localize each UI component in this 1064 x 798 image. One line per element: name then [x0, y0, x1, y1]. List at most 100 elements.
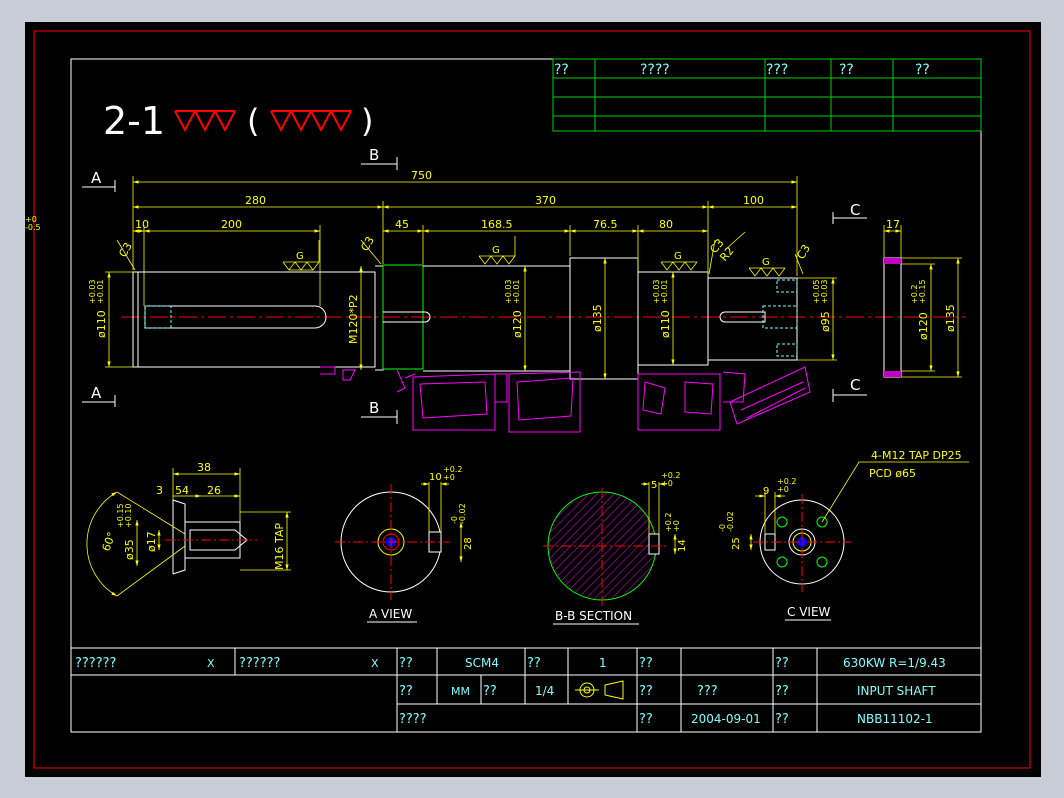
dia-120-tol: +0.03+0.01 [504, 279, 521, 304]
c-h25-tol: -0-0.02 [718, 511, 735, 532]
heading-paren-close: ) [361, 102, 373, 140]
heading-paren-open: ( [247, 102, 259, 140]
grind-g-2: G [492, 245, 500, 256]
rev-header-2: ???? [640, 62, 670, 78]
tb-r3-l3: ?? [639, 712, 653, 727]
finish-triangles-1 [174, 110, 236, 133]
bb-w5: 5 [651, 480, 657, 491]
section-a-top: A [91, 169, 102, 187]
dim-80: 80 [659, 218, 673, 231]
tb-r1-x2: X [371, 657, 379, 670]
bearings [320, 366, 811, 433]
tb-r1-l3: ?? [639, 656, 653, 671]
tb-drawing-no: NBB11102-1 [857, 712, 933, 726]
dia-35: ø35 [123, 539, 136, 560]
bb-w5-tol: +0.2 +0 [661, 471, 680, 488]
tb-scale-label: ?? [483, 684, 497, 699]
a-view-label: A VIEW [369, 607, 412, 621]
dim-168-5: 168.5 [481, 218, 513, 231]
dim-80-tol: +0 -0.5 [25, 215, 41, 232]
dim-38: 38 [197, 461, 211, 474]
c-view: 9 +0.2 +0 25 -0-0.02 4-M12 TAP DP25 PCD ø… [718, 449, 969, 621]
dia-95-tol: +0.05+0.03 [812, 279, 829, 304]
tb-r1-c2: ?????? [239, 656, 280, 671]
a-view-w10-tol: +0.2 +0 [443, 465, 462, 482]
tb-date: 2004-09-01 [691, 712, 761, 726]
tb-r2-l4: ?? [775, 684, 789, 699]
revision-table-headers: ?? ???? ??? ?? ?? [554, 62, 930, 78]
tb-spec: 630KW R=1/9.43 [843, 656, 946, 670]
grind-g-1: G [296, 251, 304, 262]
drawing-viewport[interactable]: ?? ???? ??? ?? ?? 2-1 ( ) A A B B C C 75… [25, 22, 1041, 777]
c-view-label: C VIEW [787, 605, 831, 619]
dim-280: 280 [245, 194, 266, 207]
dia-120: ø120 [511, 310, 524, 338]
cad-drawing: ?? ???? ??? ?? ?? 2-1 ( ) A A B B C C 75… [25, 30, 1031, 769]
tb-qty-label: ?? [527, 656, 541, 671]
section-c-bottom: C [850, 376, 860, 394]
center-holes [144, 279, 798, 357]
surface-finish-heading: 2-1 ( ) [103, 99, 373, 143]
grind-g-4: G [762, 257, 770, 268]
dim-100: 100 [743, 194, 764, 207]
dim-370: 370 [535, 194, 556, 207]
section-b-top: B [369, 146, 379, 164]
dia-95: ø95 [819, 311, 832, 332]
tb-unit-label: ?? [399, 684, 413, 699]
tb-qty: 1 [599, 656, 607, 670]
tb-r1-l4: ?? [775, 656, 789, 671]
dia-110-left-tol: +0.03+0.01 [88, 279, 105, 304]
bb-section: 5 +0.2 +0 14 +0.2+0 B-B SECTION [543, 471, 688, 625]
dia-135-disk: ø135 [944, 304, 957, 332]
tb-r1-c1: ?????? [75, 656, 116, 671]
bb-h14-tol: +0.2+0 [664, 513, 681, 532]
finish-triangles-2 [270, 110, 352, 133]
tb-part-name: INPUT SHAFT [857, 684, 936, 698]
chamfer-c3-mid: C3 [358, 234, 377, 253]
title-block-text: ?????? X ?????? X ?? SCM4 ?? 1 ?? ?? 630… [75, 656, 946, 727]
bb-label: B-B SECTION [555, 609, 632, 623]
dia-110-right-tol: +0.03+0.01 [652, 279, 669, 304]
dim-17: 17 [886, 218, 900, 231]
section-c-top: C [850, 201, 860, 219]
dim-26: 26 [207, 484, 221, 497]
a-view: 10 +0.2 +0 28 -0-0.02 A VIEW [335, 465, 474, 623]
bb-h14: 14 [677, 539, 688, 552]
dim-750: 750 [411, 169, 432, 182]
c-w9-tol: +0.2 +0 [777, 477, 796, 494]
tb-material-label: ?? [399, 656, 413, 671]
c-tap-note: 4-M12 TAP DP25 [871, 449, 962, 462]
a-view-w10: 10 [429, 472, 442, 483]
dia-17: ø17 [145, 531, 158, 552]
thread-m120: M120*P2 [347, 294, 360, 344]
rev-header-1: ?? [554, 62, 569, 78]
rev-header-4: ?? [839, 62, 854, 78]
dia-120-disk-tol: +0.2+0.15 [910, 279, 927, 304]
dia-35-tol: +0.15+0.10 [116, 503, 133, 528]
center-hole-detail [165, 499, 257, 575]
a-view-h28-tol: -0-0.02 [450, 503, 467, 524]
tb-r3-l4: ?? [775, 712, 789, 727]
m16-tap: M16 TAP [273, 523, 286, 570]
dia-120-disk: ø120 [917, 312, 930, 340]
angle-60: 60° [100, 530, 119, 553]
dim-76-5: 76.5 [593, 218, 618, 231]
c-pcd-note: PCD ø65 [869, 467, 916, 480]
grind-g-3: G [674, 251, 682, 262]
dia-110-left: ø110 [95, 310, 108, 338]
section-a-bottom: A [91, 384, 102, 402]
dim-200: 200 [221, 218, 242, 231]
dim-45: 45 [395, 218, 409, 231]
dim-3: 3 [156, 484, 163, 497]
tb-r3-c1: ???? [399, 712, 427, 727]
tb-scale: 1/4 [535, 684, 554, 698]
heading-number: 2-1 [103, 99, 165, 143]
section-b-bottom: B [369, 399, 379, 417]
c-w9: 9 [763, 486, 769, 497]
c-h25: 25 [731, 537, 742, 550]
dimension-lines [105, 176, 962, 379]
rev-header-3: ??? [766, 62, 788, 78]
tb-r2-l3: ?? [639, 684, 653, 699]
tb-material: SCM4 [465, 656, 499, 670]
tb-drafter: ??? [697, 684, 718, 699]
